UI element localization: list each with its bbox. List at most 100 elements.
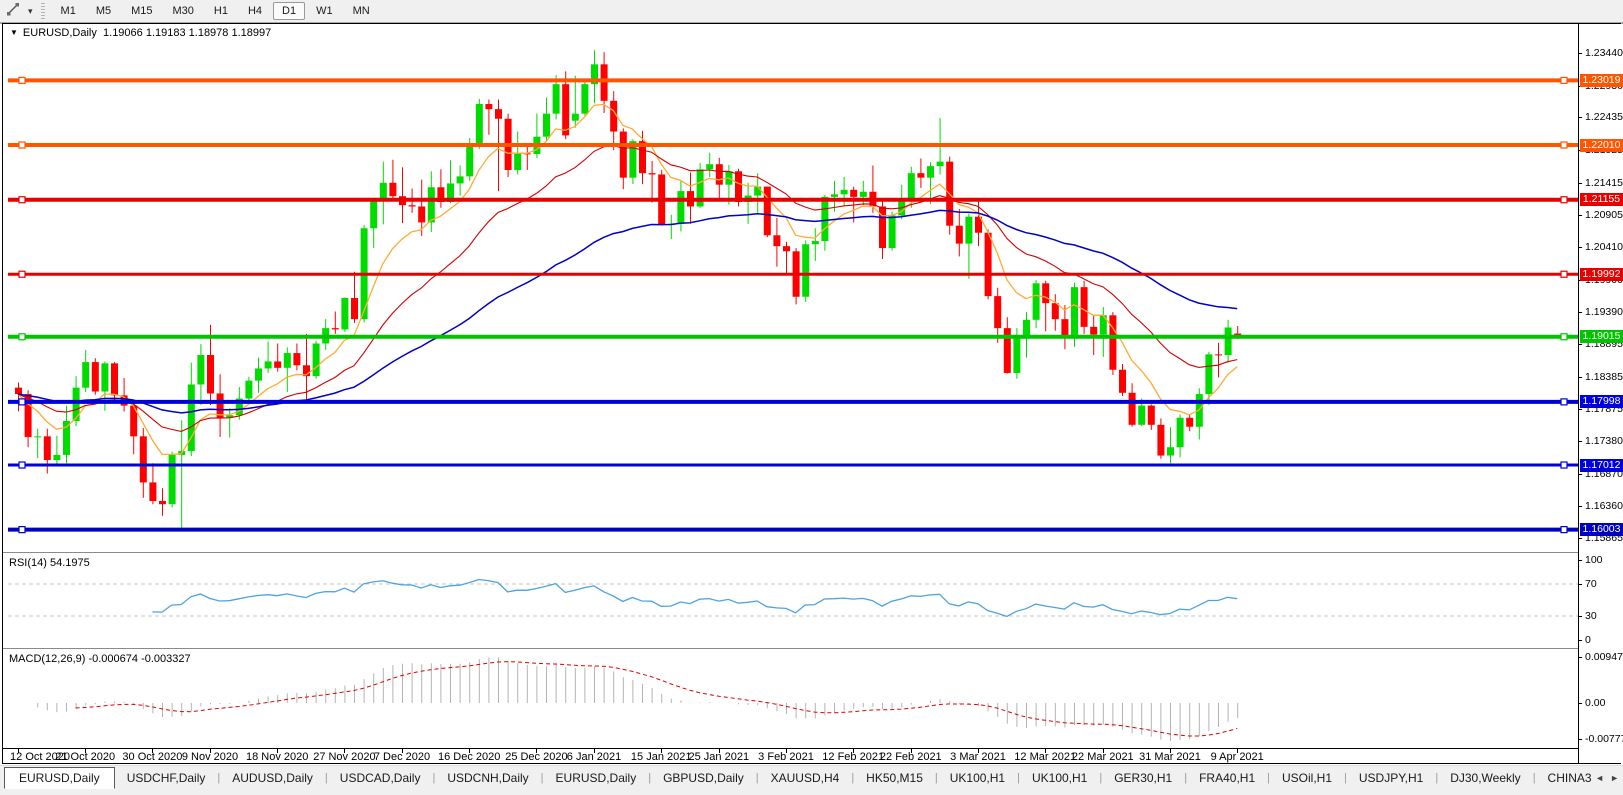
- chart-tab-audusd-daily[interactable]: AUDUSD,Daily: [220, 768, 325, 788]
- date-tick-label: 18 Nov 2020: [246, 751, 308, 763]
- macd-tick-mark: [1578, 657, 1582, 658]
- macd-signal-line: [76, 662, 1238, 736]
- hline-price-badge: 1.19015: [1580, 330, 1623, 343]
- chart-tab-dj30-weekly[interactable]: DJ30,Weekly: [1438, 768, 1532, 788]
- timeframe-button-h1[interactable]: H1: [205, 2, 237, 20]
- price-tick-mark: [1578, 506, 1582, 507]
- tabs-scroll-left-icon[interactable]: ◄: [1595, 773, 1604, 783]
- chart-tab-hk50-m15[interactable]: HK50,M15: [854, 768, 935, 788]
- main-chart-canvas[interactable]: [8, 40, 1578, 551]
- price-tick-mark: [1578, 377, 1582, 378]
- chart-tab-usdjpy-h1[interactable]: USDJPY,H1: [1347, 768, 1435, 788]
- date-axis-line: [3, 748, 1579, 749]
- toolbar-grip[interactable]: [41, 3, 45, 19]
- tool-dropdown-caret[interactable]: ▾: [24, 6, 37, 17]
- rsi-tick-label: 30: [1585, 610, 1597, 622]
- date-tick-label: 9 Apr 2021: [1211, 751, 1264, 763]
- macd-panel-divider[interactable]: [3, 648, 1578, 649]
- timeframe-toolbar: ▾ M1M5M15M30H1H4D1W1MN: [0, 0, 1623, 24]
- date-tick-label: 25 Jan 2021: [689, 751, 750, 763]
- chart-title: ▼EURUSD,Daily 1.19066 1.19183 1.18978 1.…: [10, 27, 271, 39]
- date-tick-label: 3 Mar 2021: [950, 751, 1006, 763]
- price-tick-label: 1.20410: [1585, 241, 1623, 253]
- chart-tab-gbpusd-daily[interactable]: GBPUSD,Daily: [651, 768, 756, 788]
- timeframe-button-mn[interactable]: MN: [344, 2, 379, 20]
- date-tick-label: 27 Nov 2020: [313, 751, 375, 763]
- price-tick-label: 1.23440: [1585, 47, 1623, 59]
- timeframe-button-m15[interactable]: M15: [122, 2, 161, 20]
- price-tick-mark: [1578, 538, 1582, 539]
- price-tick-mark: [1578, 474, 1582, 475]
- hline-price-badge: 1.17998: [1580, 395, 1623, 408]
- chart-tab-uk100-h1[interactable]: UK100,H1: [1020, 768, 1099, 788]
- macd-tick-mark: [1578, 703, 1582, 704]
- chart-tab-eurusd-daily[interactable]: EURUSD,Daily: [544, 768, 649, 788]
- date-tick-label: 16 Dec 2020: [438, 751, 500, 763]
- price-tick-mark: [1578, 441, 1582, 442]
- date-tick-label: 15 Jan 2021: [631, 751, 692, 763]
- timeframe-button-m1[interactable]: M1: [52, 2, 85, 20]
- date-tick-label: 22 Mar 2021: [1072, 751, 1134, 763]
- macd-panel-canvas[interactable]: [8, 650, 1578, 748]
- line-tool-button[interactable]: [2, 1, 24, 22]
- macd-tick-label: 0.00: [1585, 697, 1605, 709]
- timeframe-button-m30[interactable]: M30: [164, 2, 203, 20]
- price-tick-label: 1.20905: [1585, 209, 1623, 221]
- rsi-tick-label: 0: [1585, 634, 1591, 646]
- rsi-panel-canvas[interactable]: [8, 553, 1578, 648]
- date-tick-label: 21 Oct 2020: [55, 751, 115, 763]
- line-tool-icon: [6, 2, 20, 21]
- price-tick-label: 1.21415: [1585, 177, 1623, 189]
- price-tick-mark: [1578, 53, 1582, 54]
- price-tick-label: 1.17380: [1585, 435, 1623, 447]
- hline-price-badge: 1.23019: [1580, 74, 1623, 87]
- macd-tick-label: -0.007778: [1585, 733, 1623, 745]
- price-tick-label: 1.22435: [1585, 111, 1623, 123]
- timeframe-button-h4[interactable]: H4: [239, 2, 271, 20]
- date-tick-label: 6 Jan 2021: [567, 751, 621, 763]
- chart-tab-china300-h1[interactable]: CHINA300,H1: [1536, 768, 1592, 788]
- hline-price-badge: 1.19992: [1580, 268, 1623, 281]
- chart-tab-ger30-h1[interactable]: GER30,H1: [1102, 768, 1184, 788]
- date-tick-label: 9 Nov 2020: [182, 751, 238, 763]
- rsi-line: [152, 580, 1237, 617]
- hline-price-badge: 1.22010: [1580, 139, 1623, 152]
- date-tick-label: 22 Feb 2021: [880, 751, 942, 763]
- chart-tab-fra40-h1[interactable]: FRA40,H1: [1187, 768, 1267, 788]
- timeframe-button-w1[interactable]: W1: [307, 2, 342, 20]
- mt4-terminal: ▾ M1M5M15M30H1H4D1W1MN ▼EURUSD,Daily 1.1…: [0, 0, 1623, 795]
- rsi-tick-mark: [1578, 560, 1582, 561]
- macd-indicator-label: MACD(12,26,9) -0.000674 -0.003327: [9, 653, 191, 665]
- hline-price-badge: 1.17012: [1580, 459, 1623, 472]
- hline-price-badge: 1.16003: [1580, 523, 1623, 536]
- chart-tab-usdcnh-daily[interactable]: USDCNH,Daily: [435, 768, 540, 788]
- date-tick-label: 7 Dec 2020: [374, 751, 430, 763]
- price-tick-mark: [1578, 247, 1582, 248]
- price-tick-label: 1.18385: [1585, 371, 1623, 383]
- price-tick-label: 1.16360: [1585, 500, 1623, 512]
- chart-tab-usdcad-daily[interactable]: USDCAD,Daily: [328, 768, 433, 788]
- date-tick-label: 12 Feb 2021: [822, 751, 884, 763]
- date-tick-label: 25 Dec 2020: [505, 751, 567, 763]
- rsi-tick-label: 100: [1585, 554, 1603, 566]
- timeframe-button-d1[interactable]: D1: [273, 2, 305, 20]
- price-tick-mark: [1578, 312, 1582, 313]
- collapse-triangle-icon[interactable]: ▼: [10, 28, 18, 37]
- rsi-tick-mark: [1578, 616, 1582, 617]
- chart-tab-xauusd-h4[interactable]: XAUUSD,H4: [759, 768, 852, 788]
- price-tick-mark: [1578, 183, 1582, 184]
- price-tick-mark: [1578, 117, 1582, 118]
- tabs-scroll-right-icon[interactable]: ►: [1610, 773, 1619, 783]
- chart-tab-usoil-h1[interactable]: USOil,H1: [1270, 768, 1344, 788]
- date-tick-label: 31 Mar 2021: [1139, 751, 1201, 763]
- date-tick-label: 30 Oct 2020: [122, 751, 182, 763]
- chart-ohlc-values: 1.19066 1.19183 1.18978 1.18997: [103, 27, 271, 39]
- chart-tab-usdchf-daily[interactable]: USDCHF,Daily: [115, 768, 218, 788]
- macd-tick-mark: [1578, 739, 1582, 740]
- chart-tab-eurusd-daily[interactable]: EURUSD,Daily: [4, 767, 115, 789]
- chart-tab-uk100-h1[interactable]: UK100,H1: [938, 768, 1017, 788]
- chart-tab-bar: EURUSD,DailyUSDCHF,Daily|AUDUSD,Daily|US…: [0, 765, 1623, 795]
- date-tick-label: 3 Feb 2021: [758, 751, 814, 763]
- timeframe-button-m5[interactable]: M5: [87, 2, 120, 20]
- rsi-tick-mark: [1578, 640, 1582, 641]
